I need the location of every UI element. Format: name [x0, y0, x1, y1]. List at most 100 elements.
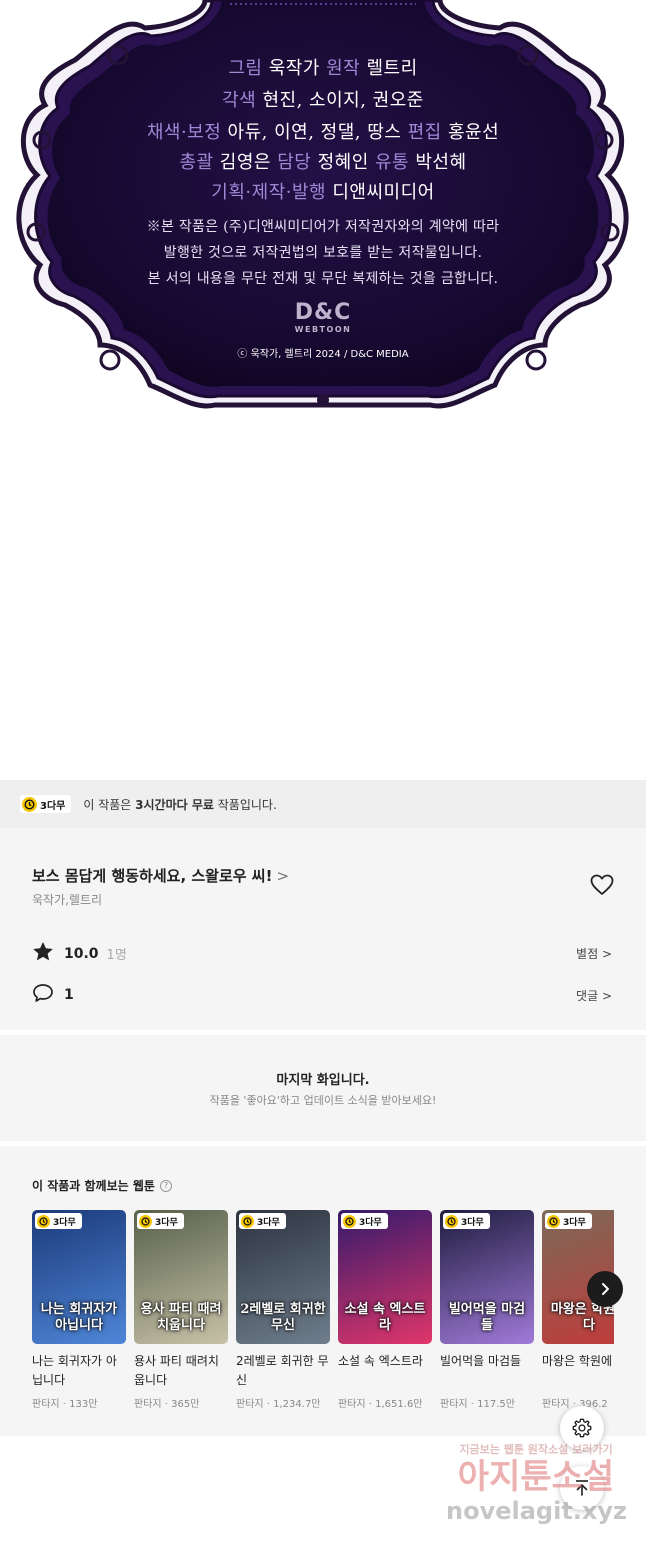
- rec-card[interactable]: 3다무 2레벨로 회귀한 무신 2레벨로 회귀한 무신판타지 · 1,234.7만: [236, 1210, 330, 1410]
- series-author[interactable]: 욱작가,렐트리: [32, 891, 102, 908]
- rec-card[interactable]: 3다무 빌어먹을 마검들 빌어먹을 마검들 판타지 · 117.5만: [440, 1210, 534, 1410]
- credit-role: 각색: [222, 90, 257, 111]
- copyright-notice-1: ※본 작품은 (주)디앤씨미디어가 저작권자와의 계약에 따라: [146, 219, 500, 235]
- credit-role: 담당: [277, 152, 312, 173]
- clock-icon: [37, 1214, 50, 1228]
- series-title: 보스 몸답게 행동하세요, 스왈로우 씨!: [32, 867, 273, 885]
- chevron-right-icon: >: [276, 867, 290, 885]
- credit-role: 총괄: [179, 152, 214, 173]
- free-text-bold: 3시간마다 무료: [135, 797, 214, 812]
- rate-link[interactable]: 별점 >: [576, 945, 612, 962]
- credit-role: 유통: [375, 152, 410, 173]
- credit-line-1: 그림 욱작가 원작 렐트리: [0, 54, 646, 80]
- 3damu-badge: 3다무: [341, 1213, 388, 1229]
- rec-thumbnail-title: 나는 회귀자가 아닙니다: [40, 1302, 118, 1333]
- recommendations-title: 이 작품과 함께보는 웹툰 ?: [32, 1177, 172, 1194]
- credits-panel-image: 그림 욱작가 원작 렐트리 각색 현진, 소이지, 권오준 채색·보정 아듀, …: [0, 0, 646, 420]
- badge-label: 3다무: [40, 800, 66, 812]
- comment-row: 1: [32, 983, 74, 1007]
- rec-title[interactable]: 빌어먹을 마검들: [440, 1352, 534, 1390]
- heart-outline-icon[interactable]: [590, 874, 614, 900]
- credit-role: 편집: [407, 122, 442, 143]
- rec-meta: 판타지 · 117.5만: [440, 1399, 515, 1410]
- rec-title[interactable]: 나는 회귀자가 아닙니다: [32, 1352, 126, 1390]
- last-episode-notice: 마지막 화입니다. 작품을 '좋아요'하고 업데이트 소식을 받아보세요!: [0, 1035, 646, 1141]
- copyright-notice-3: 본 서의 내용을 무단 전재 및 무단 복제하는 것을 금합니다.: [147, 271, 499, 287]
- recommendations-section: 이 작품과 함께보는 웹툰 ? 3다무 나는 회귀자가 아닙니다 나는 회귀자가 아…: [0, 1146, 646, 1436]
- rec-thumbnail-title: 소설 속 엑스트라: [344, 1302, 426, 1333]
- credit-line-2: 각색 현진, 소이지, 권오준: [0, 86, 646, 112]
- free-every-3h-banner: 3다무 이 작품은 3시간마다 무료 작품입니다.: [0, 780, 646, 828]
- watermark-domain: novelagit.xyz: [446, 1497, 628, 1525]
- last-episode-subtitle: 작품을 '좋아요'하고 업데이트 소식을 받아보세요!: [209, 1094, 437, 1107]
- rec-card[interactable]: 3다무 나는 회귀자가 아닙니다 나는 회귀자가 아닙니다 판타지 · 133만: [32, 1210, 126, 1410]
- rating-count: 1명: [106, 948, 127, 963]
- page: 그림 욱작가 원작 렐트리 각색 현진, 소이지, 권오준 채색·보정 아듀, …: [0, 0, 646, 1551]
- star-icon: [32, 941, 54, 966]
- badge-label: 3다무: [461, 1217, 484, 1228]
- recommendations-title-text: 이 작품과 함께보는 웹툰: [32, 1179, 155, 1193]
- 3damu-badge: 3다무: [137, 1213, 184, 1229]
- credit-role: 채색·보정: [146, 122, 222, 143]
- rec-meta: 판타지 · 1,651.6만: [338, 1399, 423, 1410]
- credit-line-3: 채색·보정 아듀, 이연, 정댈, 땅스 편집 홍윤선: [0, 118, 646, 144]
- 3damu-badge: 3다무: [545, 1213, 592, 1229]
- free-text-post: 작품입니다.: [213, 797, 277, 812]
- dc-webtoon-logo-sub: WEBTOON: [294, 325, 352, 334]
- credit-name: 현진, 소이지, 권오준: [262, 90, 424, 111]
- rec-thumbnail[interactable]: 3다무빌어먹을 마검들: [440, 1210, 534, 1344]
- watermark-tagline: 지금보는 웹툰 원작소설 보러가기: [459, 1443, 613, 1456]
- rec-thumbnail[interactable]: 3다무 2레벨로 회귀한 무신: [236, 1210, 330, 1344]
- credit-name: 아듀, 이연, 정댈, 땅스: [227, 122, 402, 143]
- rec-card[interactable]: 3다무마왕은 학원에 다마왕은 학원에 다판타지 · 396.2: [542, 1210, 614, 1410]
- clock-icon: [139, 1214, 152, 1228]
- rec-title[interactable]: 2레벨로 회귀한 무신: [236, 1352, 330, 1390]
- rec-title[interactable]: 마왕은 학원에 다: [542, 1352, 614, 1390]
- comment-count: 1: [64, 987, 74, 1003]
- rec-meta: 판타지 · 133만: [32, 1399, 98, 1410]
- credit-role: 원작: [326, 58, 361, 79]
- series-info-card: 보스 몸답게 행동하세요, 스왈로우 씨! > 욱작가,렐트리 10.0 1명 별…: [0, 828, 646, 1030]
- rating-value: 10.0: [64, 945, 99, 962]
- 3damu-badge: 3다무: [239, 1213, 286, 1229]
- rec-thumbnail[interactable]: 3다무소설 속 엑스트라: [338, 1210, 432, 1344]
- badge-label: 3다무: [53, 1217, 76, 1228]
- credit-role: 기획·제작·발행: [211, 182, 327, 203]
- credit-name: 박선혜: [415, 152, 467, 173]
- free-banner-text: 이 작품은 3시간마다 무료 작품입니다.: [83, 796, 276, 813]
- credit-name: 디앤씨미디어: [332, 182, 435, 203]
- rec-title[interactable]: 용사 파티 때려치웁니다: [134, 1352, 228, 1390]
- rec-thumbnail-title: 2레벨로 회귀한 무신: [240, 1302, 326, 1333]
- credit-name: 김영은: [219, 152, 271, 173]
- badge-label: 3다무: [155, 1217, 178, 1228]
- comment-link[interactable]: 댓글 >: [576, 987, 612, 1004]
- rating-row: 10.0 1명: [32, 941, 127, 966]
- credit-name: 정혜인: [317, 152, 369, 173]
- credit-name: 홍윤선: [447, 122, 500, 143]
- rec-thumbnail[interactable]: 3다무용사 파티 때려치웁니다: [134, 1210, 228, 1344]
- carousel-next-button[interactable]: [587, 1271, 623, 1307]
- gear-icon: [572, 1418, 592, 1438]
- 3damu-badge: 3다무: [443, 1213, 490, 1229]
- series-title-link[interactable]: 보스 몸답게 행동하세요, 스왈로우 씨! >: [32, 865, 289, 886]
- clock-icon: [241, 1214, 254, 1228]
- clock-icon: [22, 796, 37, 812]
- rec-meta: 판타지 · 365만: [134, 1399, 200, 1410]
- rec-thumbnail-title: 용사 파티 때려치웁니다: [140, 1302, 222, 1333]
- credit-role: 그림: [228, 58, 263, 79]
- comment-bubble-icon: [32, 983, 54, 1007]
- badge-label: 3다무: [359, 1217, 382, 1228]
- free-text-pre: 이 작품은: [83, 797, 136, 812]
- 3damu-badge: 3다무: [20, 795, 72, 813]
- last-episode-title: 마지막 화입니다.: [276, 1073, 370, 1088]
- rec-card[interactable]: 3다무 소설 속 엑스트라 소설 속 엑스트라 판타지 · 1,651.6만: [338, 1210, 432, 1410]
- rec-card[interactable]: 3다무 용사 파티 때려치웁니다 용사 파티 때려치웁니다 판타지 · 365만: [134, 1210, 228, 1410]
- rec-thumbnail-title: 빌어먹을 마검들: [448, 1302, 526, 1333]
- help-icon[interactable]: ?: [159, 1179, 172, 1192]
- rec-thumbnail[interactable]: 3다무나는 회귀자가 아닙니다: [32, 1210, 126, 1344]
- dc-webtoon-logo: D&C: [294, 300, 352, 325]
- rec-meta: 판타지 · 1,234.7만: [236, 1399, 321, 1410]
- rec-title[interactable]: 소설 속 엑스트라: [338, 1352, 432, 1390]
- site-watermark: 지금보는 웹툰 원작소설 보러가기 아지툰소설 novelagit.xyz: [446, 1441, 628, 1525]
- credit-line-4: 총괄 김영은 담당 정혜인 유통 박선혜: [0, 148, 646, 174]
